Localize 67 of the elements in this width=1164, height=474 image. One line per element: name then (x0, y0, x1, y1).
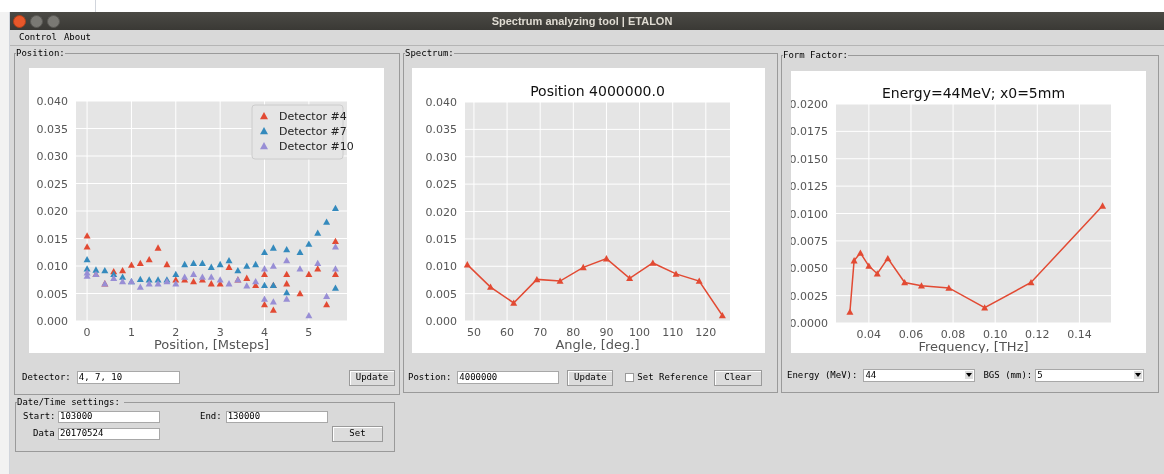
tick-label: 0 (83, 325, 91, 339)
tick-label: 0.0025 (791, 289, 828, 303)
legend-label: Detector #4 (279, 109, 347, 123)
tick-label: 0.020 (425, 205, 457, 218)
panel-legend: Spectrum: (405, 47, 454, 61)
tick-label: 0.0100 (791, 207, 828, 220)
tick-label: 0.035 (425, 122, 457, 136)
field-label: Start: (23, 409, 57, 423)
tick-label: 100 (629, 325, 651, 339)
tick-label: 0.04 (856, 327, 882, 341)
tick-label: 0.010 (425, 259, 457, 273)
tick-label: 0.0175 (791, 124, 828, 138)
tick-label: 0.030 (36, 149, 68, 163)
tick-label: 0.0000 (791, 316, 828, 330)
tick-label: 90 (599, 325, 614, 339)
tick-label: 0.08 (940, 327, 966, 341)
panel-legend: Position: (16, 47, 65, 61)
tick-label: 2 (172, 325, 180, 339)
legend-label: Detector #10 (279, 139, 354, 153)
chart-title: Energy=44MeV; x0=5mm (881, 84, 1066, 101)
axis-label: Angle, [deg.] (555, 336, 640, 352)
tick-label: 0.0125 (791, 179, 828, 193)
tick-label: 3 (216, 325, 224, 339)
field-label: Data (33, 426, 56, 440)
axis-label: Frequency, [THz] (918, 338, 1029, 353)
tick-label: 120 (695, 325, 717, 339)
tick-label: 70 (533, 325, 548, 339)
tick-label: 60 (500, 325, 515, 339)
legend-label: Detector #7 (279, 124, 347, 138)
tick-label: 0.025 (36, 177, 68, 190)
tick-label: 0.030 (425, 150, 457, 164)
tick-label: 50 (466, 325, 481, 339)
tick-label: 0.010 (36, 259, 68, 273)
panel-legend: Date/Time settings: (17, 396, 124, 410)
tick-label: 110 (662, 325, 684, 339)
tick-label: 0.025 (425, 177, 457, 191)
tick-label: 0.015 (36, 232, 68, 245)
tick-label: 0.0150 (791, 152, 828, 166)
tick-label: 0.12 (1025, 327, 1050, 341)
tick-label: 1 (127, 325, 135, 339)
axis-label: Position, [Msteps] (153, 336, 270, 352)
tick-label: 0.14 (1067, 327, 1092, 341)
window-title: Spectrum analyzing tool | ETALON (491, 13, 673, 29)
tick-label: 0.0200 (791, 97, 828, 111)
field-label: Energy (MeV): (787, 368, 858, 382)
tick-label: 0.040 (425, 95, 457, 109)
panel-legend: Form Factor: (783, 49, 849, 63)
field-label: Detector: (22, 370, 71, 384)
tick-label: 0.000 (425, 314, 457, 328)
tick-label: 0.000 (36, 314, 68, 328)
chart-title: Position 4000000.0 (530, 82, 665, 99)
tick-label: 80 (566, 325, 581, 339)
tick-label: 0.020 (36, 204, 68, 218)
tick-label: 0.0050 (791, 261, 828, 275)
tick-label: 4 (261, 325, 268, 339)
tick-label: 0.040 (36, 94, 68, 108)
tick-label: 0.035 (36, 122, 68, 135)
tick-label: 0.0075 (791, 234, 828, 248)
tick-label: 0.06 (898, 327, 924, 341)
tick-label: 0.10 (982, 327, 1008, 341)
tick-label: 0.005 (425, 287, 457, 301)
tick-label: 5 (305, 325, 313, 339)
field-label: Postion: (408, 370, 452, 384)
field-label: End: (200, 409, 222, 423)
field-label: BGS (mm): (983, 368, 1033, 382)
tick-label: 0.015 (425, 232, 457, 246)
tick-label: 0.005 (36, 287, 68, 300)
